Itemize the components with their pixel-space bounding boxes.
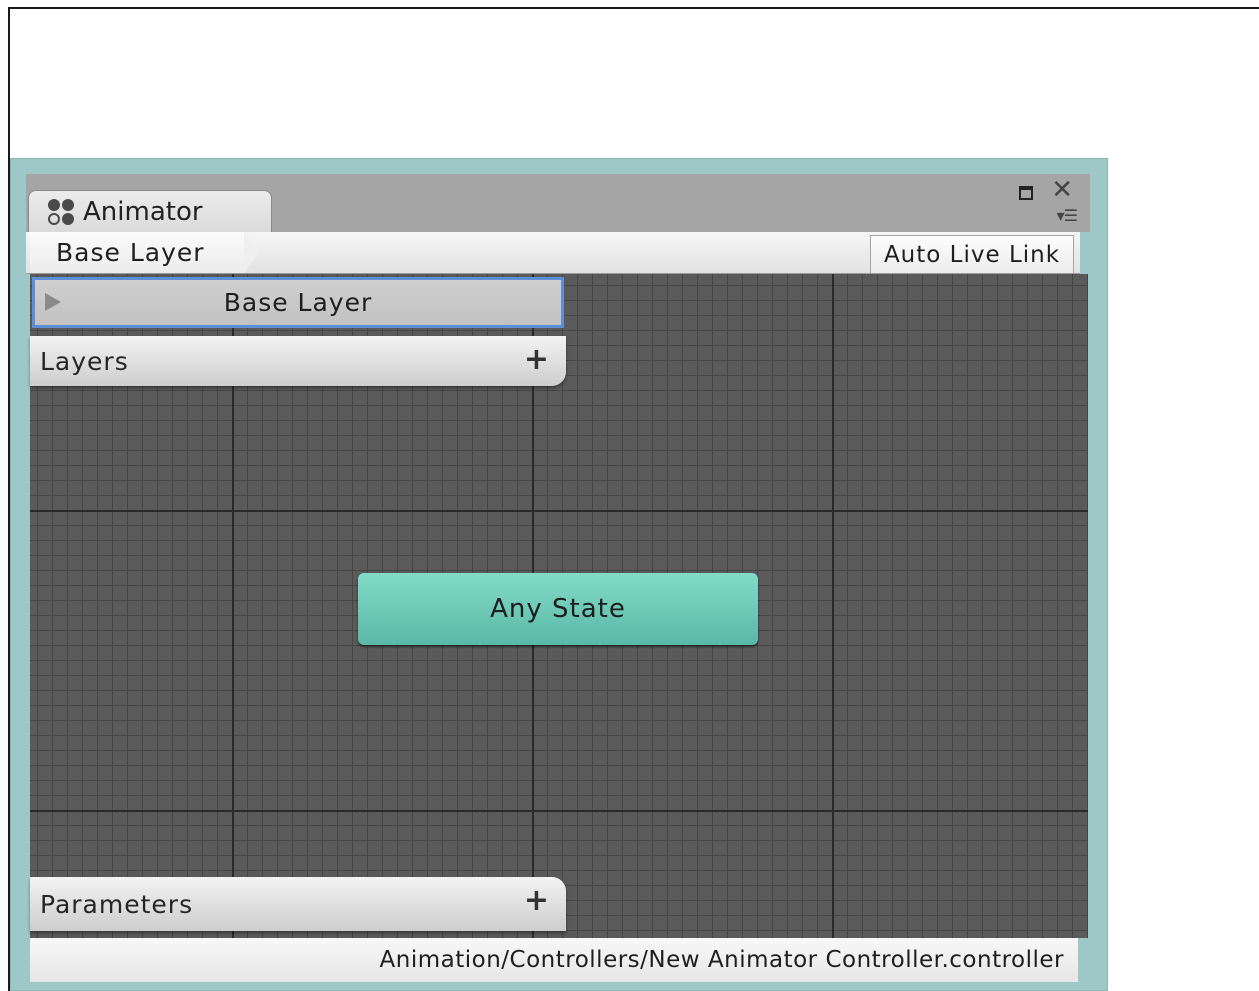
toolbar: Base Layer Auto Live Link <box>26 232 1080 274</box>
parameters-header[interactable]: Parameters + <box>30 877 566 931</box>
close-icon[interactable]: ✕ <box>1051 177 1073 203</box>
breadcrumb-label: Base Layer <box>56 238 205 267</box>
layer-name: Base Layer <box>223 288 373 317</box>
maximize-icon[interactable] <box>1019 186 1034 200</box>
add-parameter-icon[interactable]: + <box>524 883 550 918</box>
menu-icon[interactable]: ▾☰ <box>1057 206 1078 225</box>
parameters-label: Parameters <box>40 889 194 919</box>
state-label: Any State <box>490 594 626 624</box>
status-bar: Animation/Controllers/New Animator Contr… <box>30 938 1078 982</box>
layer-row-base-layer[interactable]: Base Layer <box>32 277 564 328</box>
tab-animator[interactable]: Animator <box>28 190 272 232</box>
auto-live-link-label: Auto Live Link <box>883 241 1061 268</box>
expand-arrow-icon[interactable] <box>45 293 61 311</box>
tab-label: Animator <box>83 196 203 227</box>
controller-path: Animation/Controllers/New Animator Contr… <box>379 947 1064 973</box>
layers-label: Layers <box>40 346 129 376</box>
animator-icon <box>47 198 75 226</box>
auto-live-link-button[interactable]: Auto Live Link <box>870 235 1074 273</box>
any-state-node[interactable]: Any State <box>358 573 758 645</box>
add-layer-icon[interactable]: + <box>524 342 550 377</box>
layers-header[interactable]: Layers + <box>30 336 566 386</box>
breadcrumb[interactable]: Base Layer <box>30 232 258 273</box>
window-controls: ✕ <box>1019 177 1073 203</box>
